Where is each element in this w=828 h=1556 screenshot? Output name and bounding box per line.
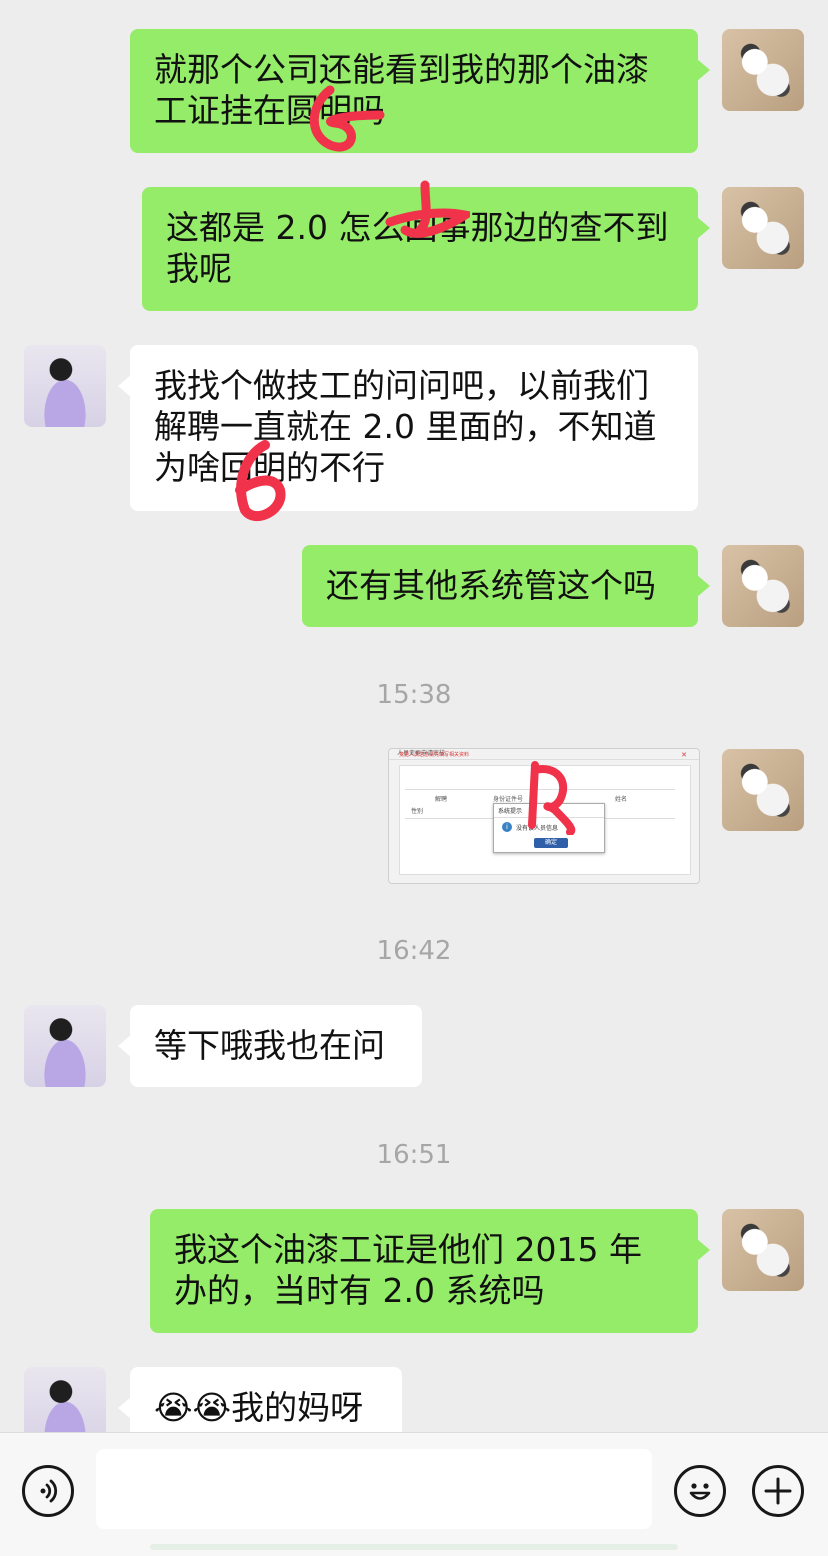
image-dialog: 系统提示 i 没有该人员信息 确定 xyxy=(493,803,605,853)
home-indicator xyxy=(150,1544,678,1550)
timestamp: 16:51 xyxy=(376,1140,452,1170)
message-input[interactable] xyxy=(96,1449,652,1529)
image-dialog-title: 系统提示 xyxy=(494,804,604,818)
message-bubble[interactable]: 就那个公司还能看到我的那个油漆工证挂在圆明吗 xyxy=(130,29,710,153)
message-text: 😭😭我的妈呀 xyxy=(154,1388,364,1427)
my-avatar[interactable] xyxy=(722,29,804,111)
image-dialog-message: 没有该人员信息 xyxy=(516,825,559,832)
image-top-notice: 变更人员信息请先填写相关资料 xyxy=(399,752,470,758)
input-bar xyxy=(0,1432,828,1556)
my-avatar[interactable] xyxy=(722,545,804,627)
message-bubble[interactable]: 😭😭我的妈呀 xyxy=(118,1367,402,1432)
timestamp: 15:38 xyxy=(376,680,452,710)
voice-icon[interactable] xyxy=(22,1465,74,1517)
message-text: 还有其他系统管这个吗 xyxy=(326,566,656,605)
image-dialog-ok-button: 确定 xyxy=(534,838,568,848)
message-text: 等下哦我也在问 xyxy=(154,1026,385,1065)
my-avatar[interactable] xyxy=(722,749,804,831)
message-text: 就那个公司还能看到我的那个油漆工证挂在圆明吗 xyxy=(154,50,649,130)
contact-avatar[interactable] xyxy=(24,345,106,427)
message-bubble[interactable]: 我找个做技工的问问吧，以前我们解聘一直就在 2.0 里面的，不知道为啥回明的不行 xyxy=(118,345,698,511)
message-text: 我这个油漆工证是他们 2015 年办的，当时有 2.0 系统吗 xyxy=(174,1230,642,1310)
timestamp: 16:42 xyxy=(376,936,452,966)
emoji-icon[interactable] xyxy=(674,1465,726,1517)
my-avatar[interactable] xyxy=(722,1209,804,1291)
message-text: 这都是 2.0 怎么回事那边的查不到我呢 xyxy=(166,208,669,288)
emoji-icon xyxy=(689,1483,711,1500)
plus-icon xyxy=(764,1477,792,1505)
image-field: 性别 xyxy=(411,808,424,815)
info-icon: i xyxy=(502,822,512,832)
image-field: 解聘 xyxy=(435,796,448,803)
message-bubble[interactable]: 这都是 2.0 怎么回事那边的查不到我呢 xyxy=(142,187,710,311)
image-field: 姓名 xyxy=(615,796,628,803)
message-bubble[interactable]: 等下哦我也在问 xyxy=(118,1005,422,1087)
message-bubble[interactable]: 还有其他系统管这个吗 xyxy=(302,545,710,627)
contact-avatar[interactable] xyxy=(24,1367,106,1432)
plus-icon[interactable] xyxy=(752,1465,804,1517)
chat-view[interactable]: 就那个公司还能看到我的那个油漆工证挂在圆明吗 这都是 2.0 怎么回事那边的查不… xyxy=(0,0,828,1432)
voice-icon xyxy=(40,1479,58,1503)
message-bubble[interactable]: 我这个油漆工证是他们 2015 年办的，当时有 2.0 系统吗 xyxy=(150,1209,710,1333)
my-avatar[interactable] xyxy=(722,187,804,269)
contact-avatar[interactable] xyxy=(24,1005,106,1087)
message-text: 我找个做技工的问问吧，以前我们解聘一直就在 2.0 里面的，不知道为啥回明的不行 xyxy=(154,366,657,487)
image-field: 身份证件号 xyxy=(493,796,524,803)
image-close-icon: ✕ xyxy=(681,751,687,759)
image-message[interactable]: 人员变更申请审核 变更人员信息请先填写相关资料 ✕ 解聘 身份证件号 姓名 性别… xyxy=(388,748,700,884)
